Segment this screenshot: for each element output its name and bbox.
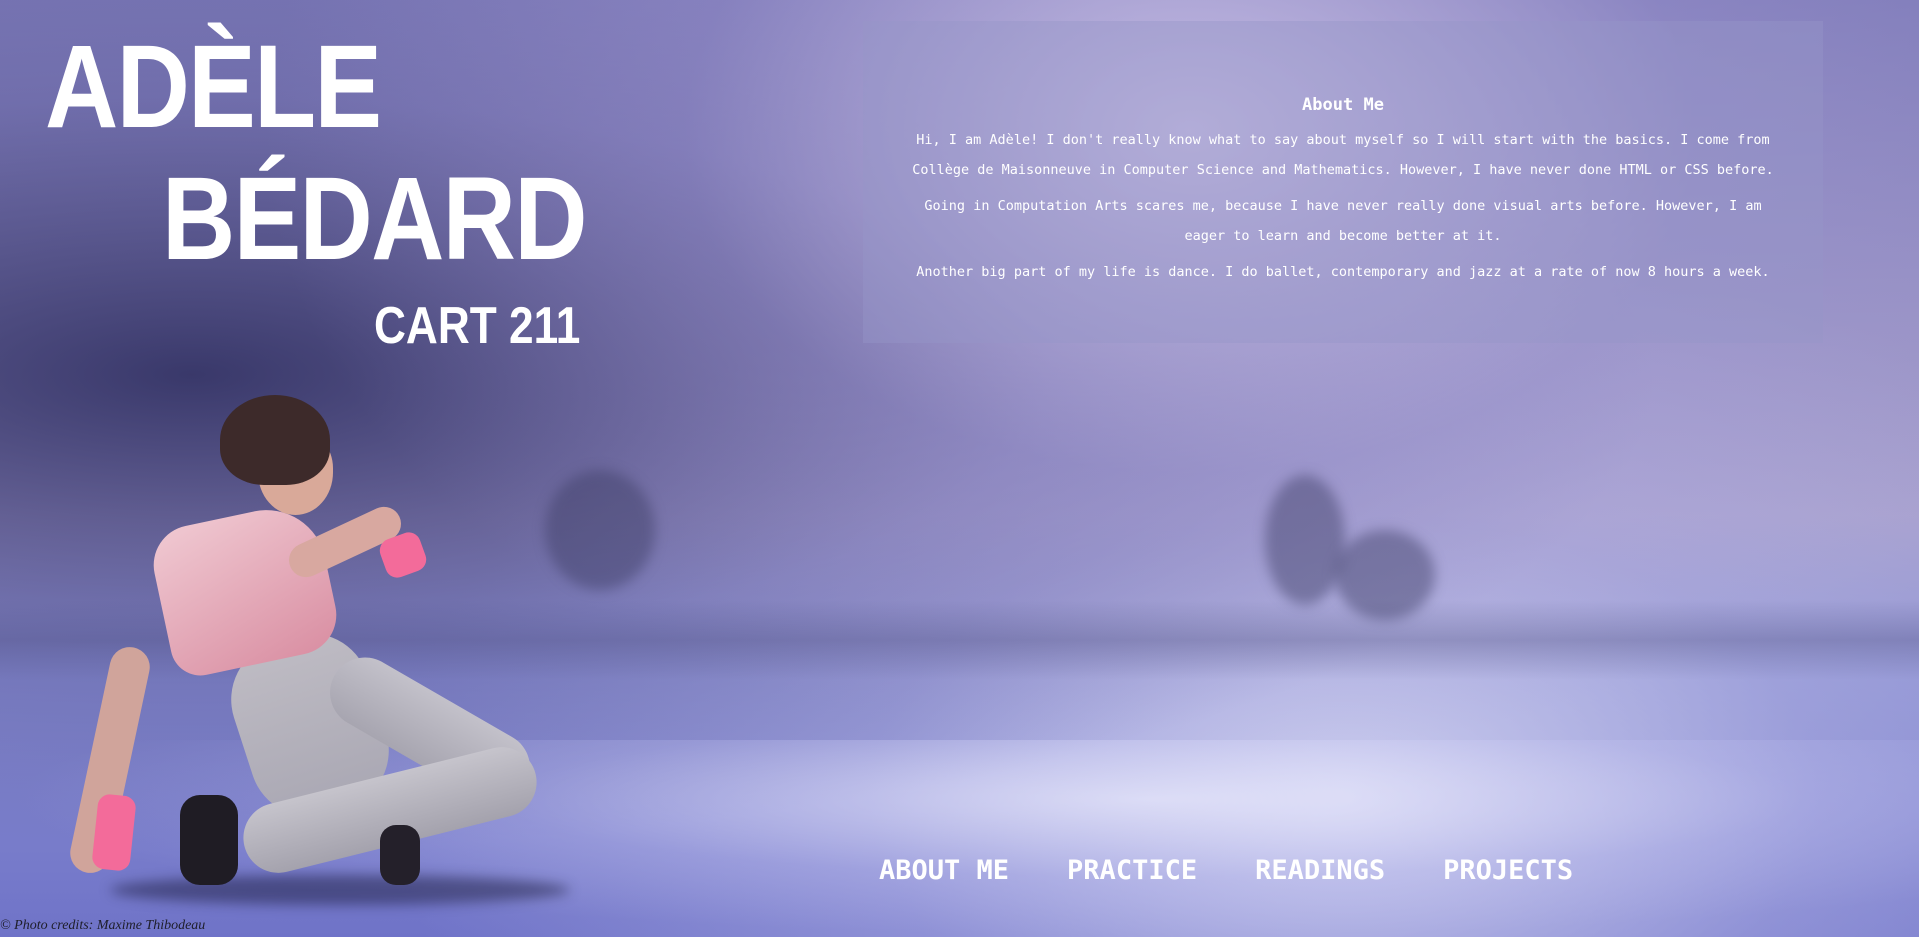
nav-link-readings[interactable]: READINGS: [1255, 855, 1385, 886]
about-paragraph: Another big part of my life is dance. I …: [916, 264, 1770, 280]
site-title-first-name: ADÈLE: [45, 21, 382, 153]
about-me-panel: About Me Hi, I am Adèle! I don't really …: [863, 21, 1823, 343]
about-me-heading: About Me: [1302, 95, 1384, 115]
main-nav: ABOUT ME PRACTICE READINGS PROJECTS: [879, 855, 1573, 886]
dancer-figure: [66, 385, 610, 905]
site-title-last-name: BÉDARD: [162, 153, 588, 285]
course-code: CART 211: [374, 297, 581, 355]
background-tree: [1265, 475, 1345, 605]
about-paragraph: Going in Computation Arts scares me, bec…: [924, 198, 1762, 244]
photo-credits: © Photo credits: Maxime Thibodeau: [0, 918, 206, 933]
about-paragraph: Hi, I am Adèle! I don't really know what…: [912, 132, 1774, 178]
nav-link-projects[interactable]: PROJECTS: [1443, 855, 1573, 886]
nav-link-practice[interactable]: PRACTICE: [1067, 855, 1197, 886]
nav-link-about-me[interactable]: ABOUT ME: [879, 855, 1009, 886]
background-tree: [1335, 530, 1435, 620]
